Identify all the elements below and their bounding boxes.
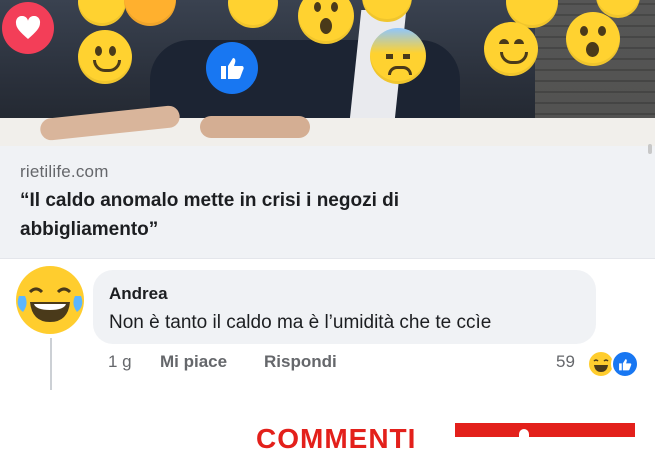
like-icon[interactable] [611,350,639,378]
link-preview-card[interactable]: rietilife.com “Il caldo anomalo mette in… [0,0,655,259]
scrollbar[interactable] [648,144,652,154]
sad-emoji-icon [370,28,426,84]
comment-text: Non è tanto il caldo ma è l’umidità che … [109,312,492,333]
preview-image [0,0,655,146]
comments-banner-text: COMMENTI [256,423,417,454]
avatar-laugh-emoji-icon[interactable] [16,266,84,334]
like-button[interactable]: Mi piace [160,352,227,372]
preview-headline[interactable]: “Il caldo anomalo mette in crisi i negoz… [20,186,540,244]
reaction-count[interactable]: 59 [556,352,575,372]
angry-emoji-icon [124,0,176,26]
love-reaction-icon [2,2,54,54]
preview-domain: rietilife.com [20,162,109,181]
like-reaction-icon [206,42,258,94]
wow-emoji-icon [566,12,620,66]
smile-emoji-icon [484,22,538,76]
wow-emoji-icon [298,0,354,44]
smile-emoji-icon [78,30,132,84]
reply-button[interactable]: Rispondi [264,352,337,372]
comment-time[interactable]: 1 g [108,352,132,372]
comment-author[interactable]: Andrea [109,284,168,304]
comments-banner-block [455,423,635,437]
laugh-emoji-icon [78,0,126,26]
sad-emoji-icon [228,0,278,28]
thread-line [50,338,52,390]
